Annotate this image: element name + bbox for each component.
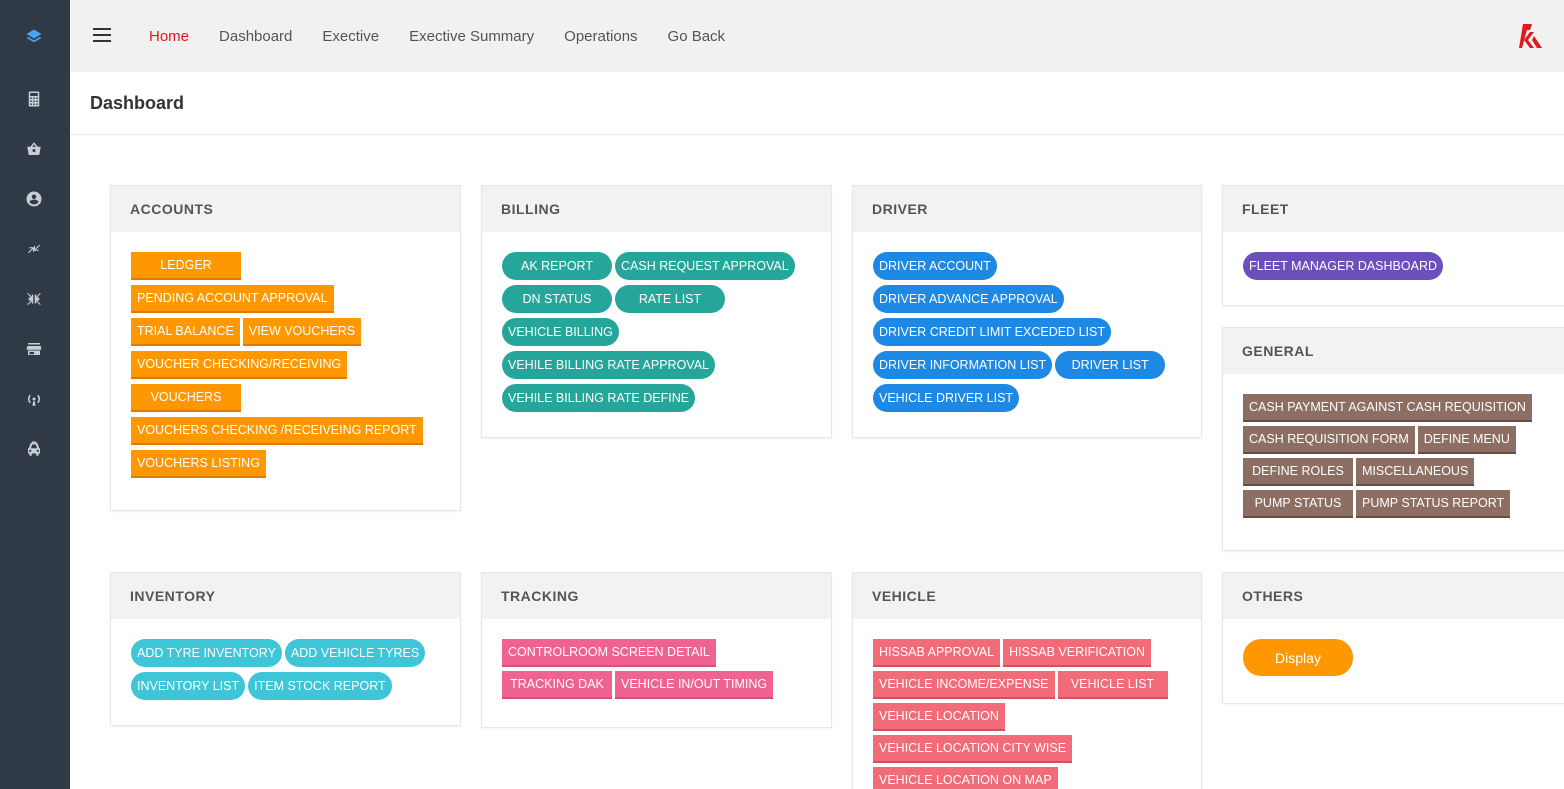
- brand-logo-icon[interactable]: [1518, 22, 1544, 50]
- layers-icon[interactable]: [23, 26, 45, 48]
- nav-dashboard[interactable]: Dashboard: [219, 28, 292, 45]
- tracking-dak-button[interactable]: TRACKING DAK: [502, 671, 612, 699]
- hissab-approval-button[interactable]: HISSAB APPROVAL: [873, 639, 1001, 667]
- vouchers-button[interactable]: VOUCHERS: [131, 384, 241, 412]
- card-accounts: ACCOUNTS LEDGER PENDING ACCOUNT APPROVAL…: [110, 185, 461, 511]
- card-inventory: INVENTORY ADD TYRE INVENTORY ADD VEHICLE…: [110, 572, 461, 726]
- add-tyre-inventory-button[interactable]: ADD TYRE INVENTORY: [131, 639, 282, 667]
- add-vehicle-tyres-button[interactable]: ADD VEHICLE TYRES: [284, 639, 426, 667]
- item-stock-report-button[interactable]: ITEM STOCK REPORT: [248, 672, 392, 700]
- dn-status-button[interactable]: DN STATUS: [502, 285, 612, 313]
- driver-list-button[interactable]: DRIVER LIST: [1055, 351, 1166, 379]
- basket-icon[interactable]: [23, 138, 45, 160]
- compress-icon[interactable]: [23, 238, 45, 260]
- card-vehicle: VEHICLE HISSAB APPROVAL HISSAB VERIFICAT…: [852, 572, 1202, 789]
- vouchers-listing-button[interactable]: VOUCHERS LISTING: [131, 450, 266, 478]
- taxi-icon[interactable]: [23, 438, 45, 460]
- card-title: GENERAL: [1223, 328, 1564, 374]
- view-vouchers-button[interactable]: VIEW VOUCHERS: [242, 318, 362, 346]
- pump-status-button[interactable]: PUMP STATUS: [1243, 490, 1353, 518]
- voucher-checking-receiving-button[interactable]: VOUCHER CHECKING/RECEIVING: [131, 351, 348, 379]
- vehicle-income-expense-button[interactable]: VEHICLE INCOME/EXPENSE: [873, 671, 1055, 699]
- collapse-icon[interactable]: [23, 288, 45, 310]
- trial-balance-button[interactable]: TRIAL BALANCE: [131, 318, 240, 346]
- card-title: ACCOUNTS: [111, 186, 460, 232]
- store-icon[interactable]: [23, 338, 45, 360]
- top-navbar: Home Dashboard Exective Exective Summary…: [70, 0, 1564, 72]
- ledger-button[interactable]: LEDGER: [131, 252, 241, 280]
- ak-report-button[interactable]: AK REPORT: [502, 252, 612, 280]
- card-title: INVENTORY: [111, 573, 460, 619]
- page-title: Dashboard: [90, 93, 185, 113]
- vehicle-location-on-map-button[interactable]: VEHICLE LOCATION ON MAP: [873, 767, 1058, 789]
- card-title: VEHICLE: [853, 573, 1201, 619]
- main-nav: Home Dashboard Exective Exective Summary…: [149, 0, 755, 72]
- hissab-verification-button[interactable]: HISSAB VERIFICATION: [1003, 639, 1152, 667]
- vehile-billing-rate-approval-button[interactable]: VEHILE BILLING RATE APPROVAL: [502, 351, 716, 379]
- rate-list-button[interactable]: RATE LIST: [615, 285, 725, 313]
- define-roles-button[interactable]: DEFINE ROLES: [1243, 458, 1353, 486]
- vehicle-location-button[interactable]: VEHICLE LOCATION: [873, 703, 1005, 731]
- nav-go-back[interactable]: Go Back: [668, 28, 726, 45]
- inventory-list-button[interactable]: INVENTORY LIST: [131, 672, 246, 700]
- miscellaneous-button[interactable]: MISCELLANEOUS: [1356, 458, 1475, 486]
- page-header: Dashboard: [70, 72, 1564, 135]
- driver-advance-approval-button[interactable]: DRIVER ADVANCE APPROVAL: [873, 285, 1064, 313]
- nav-exective-summary[interactable]: Exective Summary: [409, 28, 534, 45]
- card-billing: BILLING AK REPORT CASH REQUEST APPROVAL …: [481, 185, 832, 438]
- controlroom-screen-detail-button[interactable]: CONTROLROOM SCREEN DETAIL: [502, 639, 716, 667]
- cash-requisition-form-button[interactable]: CASH REQUISITION FORM: [1243, 426, 1415, 454]
- nav-exective[interactable]: Exective: [322, 28, 379, 45]
- vehicle-billing-button[interactable]: VEHICLE BILLING: [502, 318, 619, 346]
- card-title: BILLING: [482, 186, 831, 232]
- vehicle-location-city-wise-button[interactable]: VEHICLE LOCATION CITY WISE: [873, 735, 1073, 763]
- card-general: GENERAL CASH PAYMENT AGAINST CASH REQUIS…: [1222, 327, 1564, 551]
- vehicle-list-button[interactable]: VEHICLE LIST: [1057, 671, 1168, 699]
- vehicle-in-out-timing-button[interactable]: VEHICLE IN/OUT TIMING: [615, 671, 774, 699]
- account-circle-icon[interactable]: [23, 188, 45, 210]
- pending-account-approval-button[interactable]: PENDING ACCOUNT APPROVAL: [131, 285, 334, 313]
- vehicle-driver-list-button[interactable]: VEHICLE DRIVER LIST: [873, 384, 1020, 412]
- card-others: OTHERS Display: [1222, 572, 1564, 704]
- calculator-icon[interactable]: [23, 88, 45, 110]
- sidebar: [0, 0, 70, 789]
- driver-credit-limit-exceded-list-button[interactable]: DRIVER CREDIT LIMIT EXCEDED LIST: [873, 318, 1111, 346]
- card-title: DRIVER: [853, 186, 1201, 232]
- pump-status-report-button[interactable]: PUMP STATUS REPORT: [1356, 490, 1511, 518]
- driver-information-list-button[interactable]: DRIVER INFORMATION LIST: [873, 351, 1053, 379]
- display-button[interactable]: Display: [1243, 639, 1353, 676]
- card-tracking: TRACKING CONTROLROOM SCREEN DETAIL TRACK…: [481, 572, 832, 728]
- broadcast-icon[interactable]: [23, 388, 45, 410]
- nav-home[interactable]: Home: [149, 28, 189, 45]
- define-menu-button[interactable]: DEFINE MENU: [1417, 426, 1516, 454]
- card-fleet: FLEET FLEET MANAGER DASHBOARD: [1222, 185, 1564, 306]
- card-title: FLEET: [1223, 186, 1564, 232]
- vehile-billing-rate-define-button[interactable]: VEHILE BILLING RATE DEFINE: [502, 384, 696, 412]
- card-title: OTHERS: [1223, 573, 1564, 619]
- driver-account-button[interactable]: DRIVER ACCOUNT: [873, 252, 997, 280]
- card-title: TRACKING: [482, 573, 831, 619]
- card-driver: DRIVER DRIVER ACCOUNT DRIVER ADVANCE APP…: [852, 185, 1202, 438]
- cash-payment-against-cash-requisition-button[interactable]: CASH PAYMENT AGAINST CASH REQUISITION: [1243, 394, 1532, 422]
- cash-request-approval-button[interactable]: CASH REQUEST APPROVAL: [615, 252, 795, 280]
- nav-operations[interactable]: Operations: [564, 28, 637, 45]
- hamburger-menu-icon[interactable]: [93, 28, 111, 42]
- vouchers-checking-receiving-report-button[interactable]: VOUCHERS CHECKING /RECEIVEING REPORT: [131, 417, 423, 445]
- fleet-manager-dashboard-button[interactable]: FLEET MANAGER DASHBOARD: [1243, 252, 1444, 280]
